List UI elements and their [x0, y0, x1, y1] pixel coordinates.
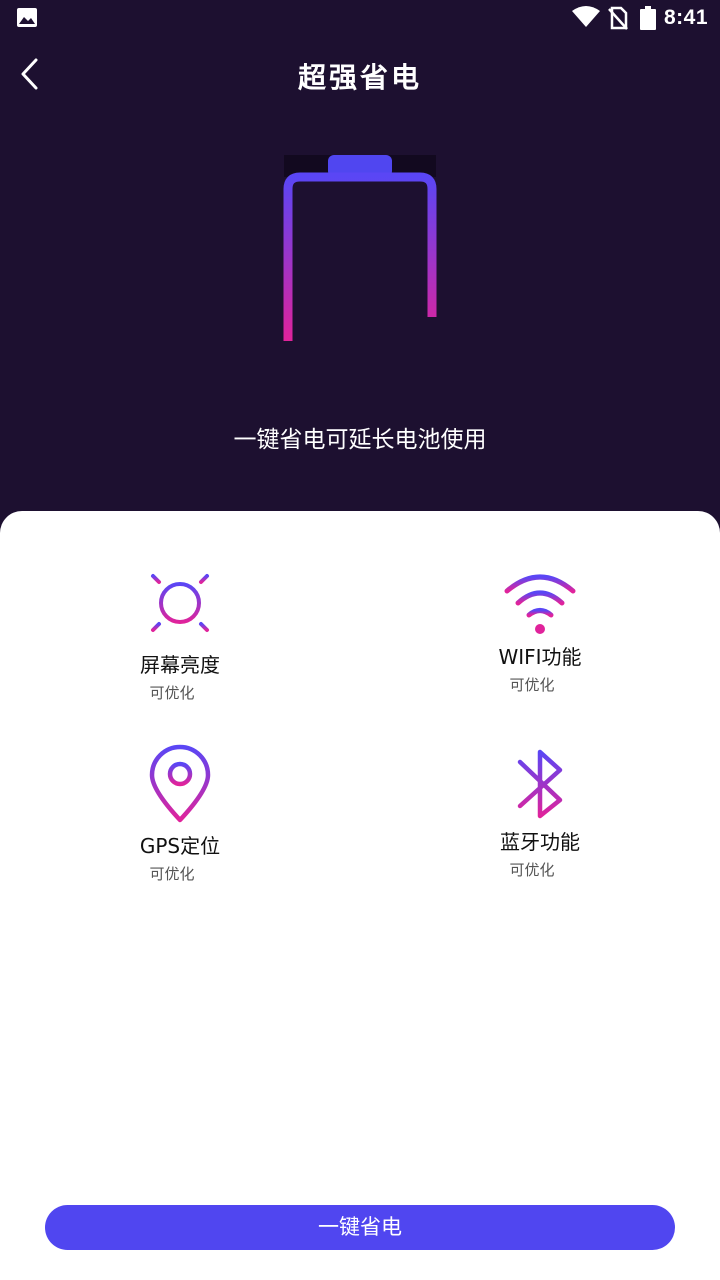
- clock: 8:41: [664, 6, 709, 29]
- feature-bluetooth[interactable]: 蓝牙功能 可优化: [440, 748, 640, 880]
- location-pin-icon: [149, 744, 211, 823]
- image-notification-icon: [17, 8, 37, 27]
- wifi-icon: [504, 574, 576, 634]
- status-bar: 8:41: [0, 0, 720, 36]
- page-title: 超强省电: [297, 61, 422, 94]
- one-tap-save-power-button[interactable]: 一键省电: [45, 1205, 675, 1250]
- wifi-signal-icon: [572, 6, 600, 27]
- feature-label: WIFI功能: [498, 645, 582, 669]
- battery-illustration: [283, 155, 437, 341]
- feature-screen-brightness[interactable]: 屏幕亮度 可优化: [80, 563, 280, 703]
- feature-status: 可优化: [149, 684, 195, 702]
- sun-icon: [140, 563, 220, 643]
- feature-label: 屏幕亮度: [140, 653, 220, 677]
- no-sim-icon: [608, 6, 628, 30]
- header: 超强省电: [0, 44, 720, 104]
- hero-description: 一键省电可延长电池使用: [233, 427, 487, 453]
- battery-status-icon: [640, 6, 656, 30]
- feature-status: 可优化: [149, 865, 195, 883]
- feature-status: 可优化: [509, 676, 555, 694]
- feature-wifi[interactable]: WIFI功能 可优化: [440, 569, 640, 695]
- feature-status: 可优化: [509, 861, 555, 879]
- feature-gps[interactable]: GPS定位 可优化: [80, 744, 280, 884]
- bluetooth-icon: [517, 749, 563, 819]
- feature-label: 蓝牙功能: [500, 830, 580, 854]
- feature-label: GPS定位: [139, 834, 221, 858]
